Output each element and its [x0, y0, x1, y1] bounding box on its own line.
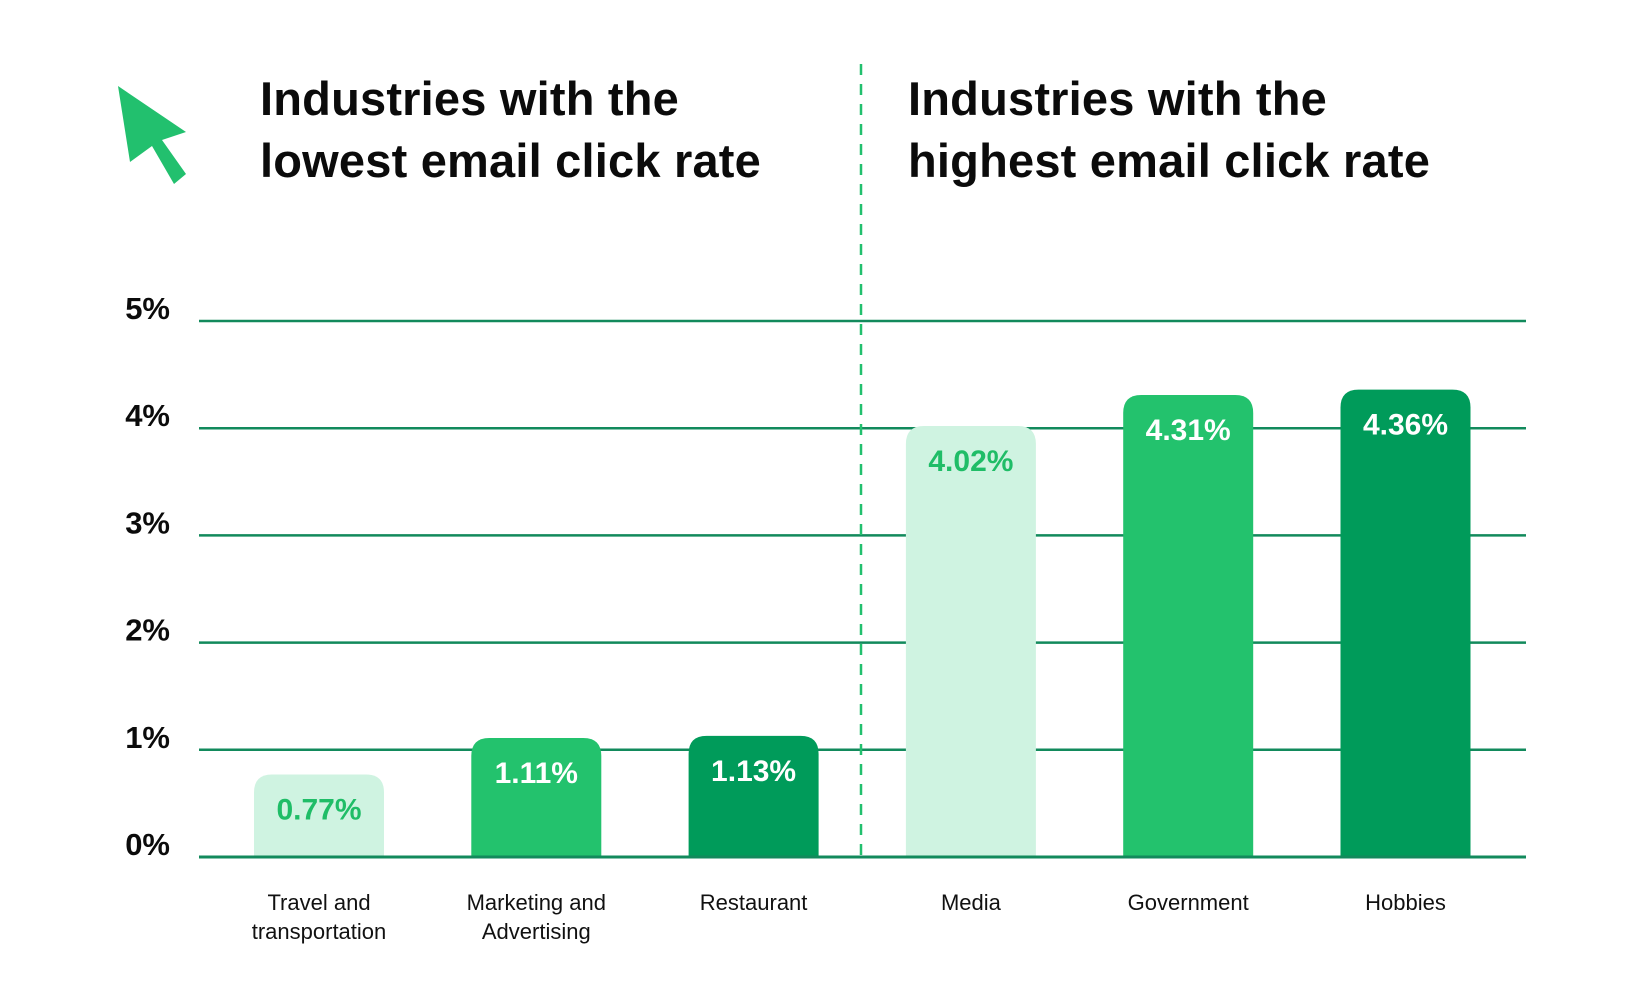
x-axis-label: Hobbies: [1365, 890, 1446, 915]
x-axis-label: transportation: [252, 919, 387, 944]
gridlines: [199, 319, 1526, 752]
y-tick-label: 4%: [125, 398, 170, 433]
y-axis-ticks: 0% 1% 2% 3% 4% 5%: [125, 291, 170, 862]
bar: [1340, 389, 1471, 857]
x-axis-label: Media: [941, 890, 1002, 915]
data-label: 0.77%: [276, 793, 361, 826]
bar: [471, 738, 602, 857]
x-axis-labels: Travel and transportation Marketing and Adv…: [252, 890, 1446, 944]
data-label: 1.13%: [711, 755, 796, 788]
y-tick-label: 2%: [125, 613, 170, 648]
data-label: 4.31%: [1146, 414, 1231, 447]
data-label: 1.11%: [495, 757, 578, 790]
data-label: 4.36%: [1363, 409, 1448, 442]
x-axis-label: Advertising: [482, 919, 591, 944]
y-tick-label: 3%: [125, 505, 170, 540]
x-axis-label: Marketing and: [467, 890, 606, 915]
bar-chart: 0% 1% 2% 3% 4% 5% 0.77% 1.11% 1.13% 4.02% 4.31% 4.…: [125, 64, 1526, 944]
x-axis-label: Travel and: [267, 890, 370, 915]
data-label: 4.02%: [928, 445, 1013, 478]
x-axis-label: Restaurant: [700, 890, 808, 915]
x-axis-label: Government: [1128, 890, 1249, 915]
y-tick-label: 1%: [125, 720, 170, 755]
bar: [905, 426, 1036, 857]
bar: [1123, 394, 1254, 857]
y-tick-label: 0%: [125, 827, 170, 862]
y-tick-label: 5%: [125, 291, 170, 326]
